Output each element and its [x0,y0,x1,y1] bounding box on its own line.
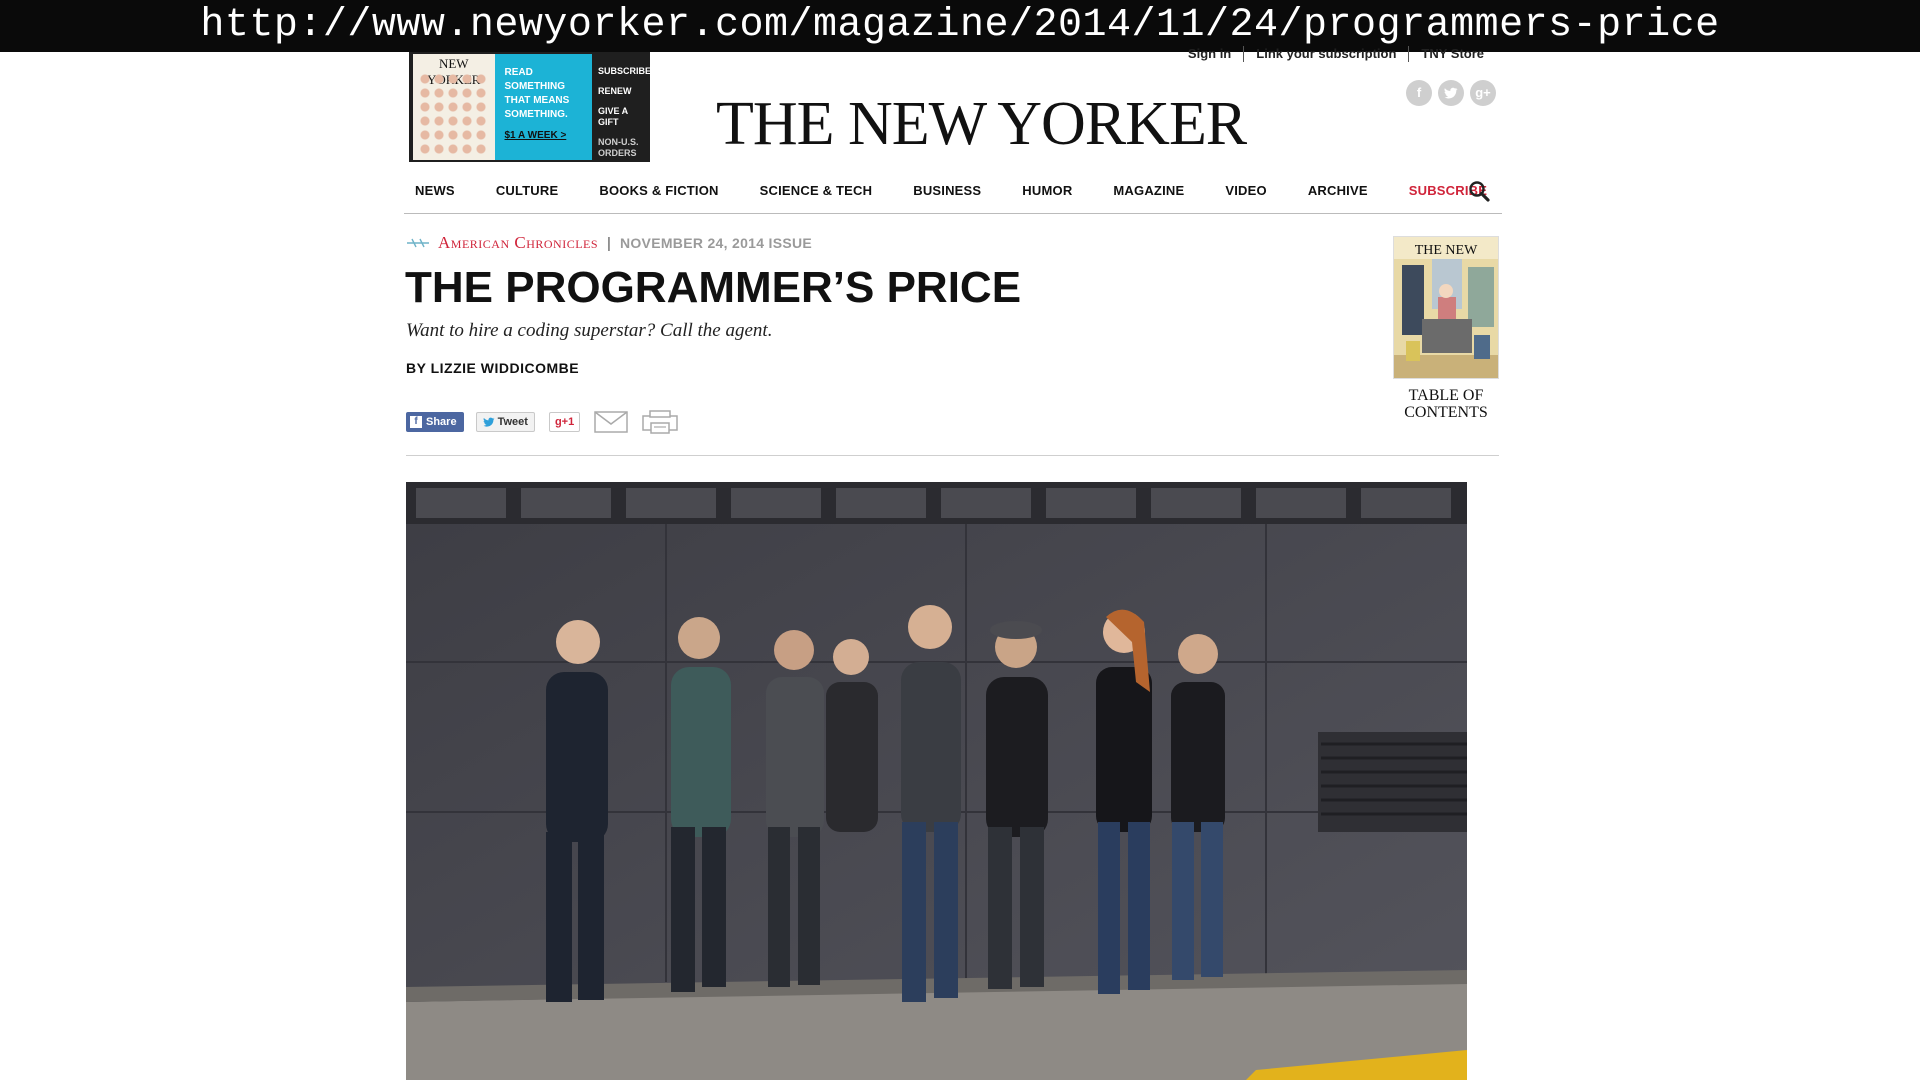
issue-link[interactable]: November 24, 2014 Issue [620,235,812,251]
facebook-share-label: Share [426,416,457,428]
tweet-button[interactable]: Tweet [475,412,535,432]
url-banner: http://www.newyorker.com/magazine/2014/1… [0,0,1920,52]
hero-photo [406,482,1467,1080]
search-icon[interactable] [1466,178,1492,204]
email-icon[interactable] [594,411,628,433]
facebook-icon[interactable]: f [1406,80,1432,106]
article-kicker: American Chronicles | November 24, 2014 … [406,233,812,253]
store-link[interactable]: TNY Store [1408,46,1496,62]
header-divider [406,455,1499,456]
facebook-share-button[interactable]: f Share [406,412,464,432]
nav-culture[interactable]: Culture [496,183,559,198]
toc-label-line2: Contents [1404,404,1488,421]
ad-subscribe-link[interactable]: SUBSCRIBE [598,66,651,77]
print-icon[interactable] [642,410,678,434]
nav-archive[interactable]: Archive [1308,183,1368,198]
utility-links: Sign in Link your subscription TNY Store [1176,44,1496,64]
cover-illustration [1394,259,1498,378]
link-subscription-link[interactable]: Link your subscription [1243,46,1408,62]
ad-links: SUBSCRIBE RENEW GIVE A GIFT NON-U.S. ORD… [592,52,651,162]
issue-cover-thumbnail[interactable]: THE NEW YORKER [1393,236,1499,379]
nav-magazine[interactable]: Magazine [1113,183,1184,198]
subscription-ad[interactable]: NEW YORKER READ SOMETHING THAT MEANS SOM… [409,52,651,162]
share-bar: f Share Tweet g+1 [406,410,678,434]
main-nav: News Culture Books & Fiction Science & T… [404,168,1502,214]
nav-news[interactable]: News [415,183,455,198]
ad-tagline-panel: READ SOMETHING THAT MEANS SOMETHING. $1 … [494,54,592,160]
ad-cover-illustration [418,72,490,155]
social-links: f g+ [1406,80,1496,106]
kicker-separator: | [607,234,611,252]
google-plus-icon[interactable]: g+ [1470,80,1496,106]
masthead-logo[interactable]: THE NEW YORKER [716,90,1247,158]
article-headline: THE PROGRAMMER’S PRICE [405,263,1022,312]
twitter-icon[interactable] [1438,80,1464,106]
ad-magazine-cover: NEW YORKER [413,54,495,160]
ad-tagline-line: SOMETHING. [504,109,568,120]
tweet-label: Tweet [497,416,528,428]
nav-humor[interactable]: Humor [1022,183,1072,198]
ad-tagline-line: SOMETHING [504,81,566,92]
ad-tagline-line: THAT MEANS [504,95,570,106]
ad-renew-link[interactable]: RENEW [598,86,650,97]
toc-label-line1: Table of [1408,387,1484,404]
nav-video[interactable]: Video [1225,183,1266,198]
ad-tagline-line: READ [504,67,533,78]
department-icon [407,238,429,248]
ad-price-link[interactable]: $1 A WEEK > [505,130,587,141]
sign-in-link[interactable]: Sign in [1176,46,1243,62]
nav-books-fiction[interactable]: Books & Fiction [599,183,718,198]
twitter-bird-icon [483,417,494,427]
article-byline[interactable]: By Lizzie Widdicombe [406,360,579,376]
table-of-contents-link[interactable]: Table of Contents [1393,387,1499,421]
ad-gift-link[interactable]: GIVE A GIFT [598,106,650,128]
ad-non-us-link[interactable]: NON-U.S. ORDERS [598,137,650,159]
facebook-icon: f [410,416,422,428]
article-dek: Want to hire a coding superstar? Call th… [406,320,773,341]
nav-science-tech[interactable]: Science & Tech [760,183,873,198]
department-link[interactable]: American Chronicles [438,233,598,253]
google-plus-button[interactable]: g+1 [548,412,581,432]
nav-business[interactable]: Business [913,183,981,198]
